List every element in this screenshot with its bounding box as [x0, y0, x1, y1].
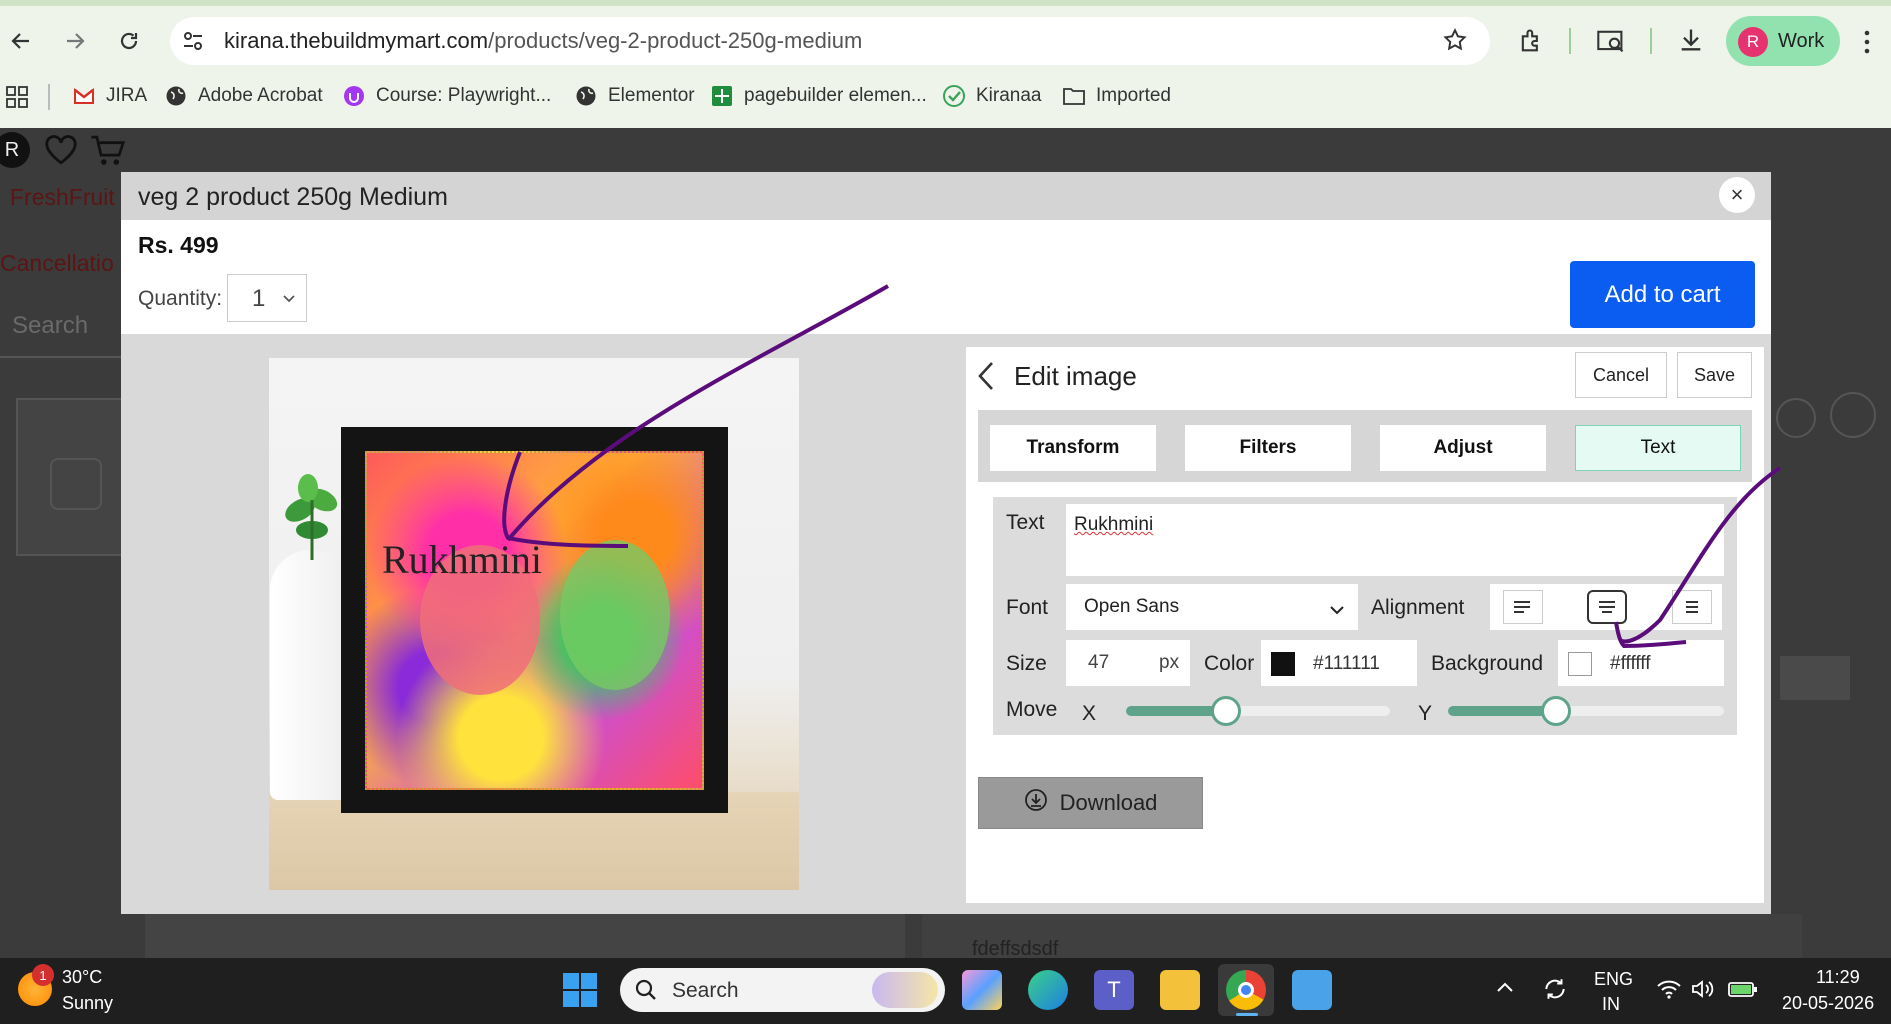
weather-text[interactable]: Sunny [62, 993, 113, 1014]
wifi-icon[interactable] [1656, 978, 1682, 1005]
active-app-indicator [1236, 1013, 1258, 1016]
search-highlight-icon [872, 972, 938, 1008]
chrome-icon[interactable] [1226, 970, 1266, 1010]
notepad-icon[interactable] [1292, 970, 1332, 1010]
region[interactable]: IN [1602, 994, 1620, 1015]
annotation-arrow-head [502, 451, 629, 548]
taskbar-search[interactable]: Search [620, 968, 945, 1012]
annotation-strokes [502, 284, 1782, 649]
battery-icon[interactable] [1728, 979, 1758, 1004]
edge-icon[interactable] [1028, 970, 1068, 1010]
annotation-arrow-line [1618, 466, 1782, 644]
temperature[interactable]: 30°C [62, 967, 102, 988]
chevron-up-icon[interactable] [1496, 980, 1514, 999]
volume-icon[interactable] [1690, 978, 1714, 1005]
chrome-icon-center [1238, 982, 1254, 998]
file-explorer-icon[interactable] [1160, 970, 1200, 1010]
teams-icon[interactable]: T [1094, 970, 1134, 1010]
windows-start-icon[interactable] [562, 972, 598, 1013]
notification-badge: 1 [32, 964, 54, 986]
search-icon [634, 978, 658, 1008]
taskbar-search-placeholder: Search [672, 979, 739, 1002]
annotation-arrow-line [506, 284, 890, 542]
language[interactable]: ENG [1594, 969, 1633, 990]
copilot-icon[interactable] [962, 970, 1002, 1010]
clock-date[interactable]: 20-05-2026 [1782, 993, 1874, 1014]
clock-time[interactable]: 11:29 [1816, 967, 1860, 988]
sync-icon[interactable] [1542, 976, 1568, 1007]
